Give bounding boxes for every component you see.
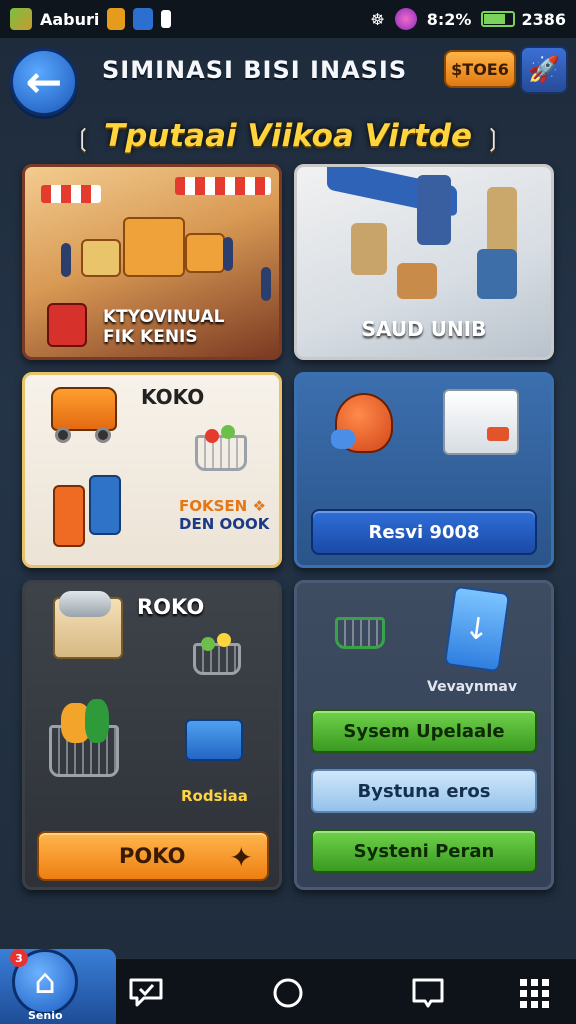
store-sub-line1: FOKSEN (179, 497, 248, 515)
fruit-icon (221, 425, 235, 439)
download-icon: ↓ (443, 585, 511, 673)
basket-icon (185, 719, 243, 761)
bottom-nav: ⌂ 3 Senio (0, 949, 576, 1024)
person-icon (261, 267, 271, 301)
reserve-card[interactable]: Resvi 9008 (294, 372, 554, 568)
system-card-sub: Vevaynmav (427, 679, 517, 695)
app-notification-icon (133, 8, 154, 30)
subtitle-deco-left: ❲ (73, 124, 94, 152)
back-button[interactable]: ← (10, 48, 78, 116)
system-card[interactable]: ↓ Vevaynmav Sysem Upelaale Bystuna eros … (294, 580, 554, 890)
page-title: SIMINASI BISI INASIS (102, 56, 408, 84)
square-button[interactable] (408, 973, 448, 1013)
market-stall-icon (185, 233, 225, 273)
reserve-button[interactable]: Resvi 9008 (311, 509, 537, 555)
status-time: 8:2% (426, 9, 472, 29)
wheel-icon (55, 427, 71, 443)
grid-button[interactable] (514, 973, 554, 1013)
shop-card-sub: Rodsiaa (181, 787, 248, 805)
home-label: Senio (28, 1009, 63, 1022)
market-card[interactable]: KTYOVINUAL FIK KENIS (22, 164, 282, 360)
subtitle: ❲ Tputaai Viikoa Virtde ❳ (0, 118, 576, 154)
circle-button[interactable] (268, 973, 308, 1013)
awning-icon (41, 185, 101, 203)
box-icon (397, 263, 437, 299)
shop-button-label: POKO (119, 844, 186, 868)
square-icon (412, 978, 444, 1008)
store-sub-line2: DEN OOOK (179, 515, 270, 533)
shop-card-label: ROKO (137, 595, 205, 619)
fruit-icon (205, 429, 219, 443)
wheel-icon (95, 427, 111, 443)
grid-icon (520, 979, 549, 1008)
counter-icon (351, 223, 387, 275)
person-icon (223, 237, 233, 271)
store-sub-mark: ❖ (252, 497, 266, 515)
battery-value: 2386 (521, 9, 566, 29)
warehouse-card-label: SAUD UNIB (361, 317, 487, 341)
warehouse-card[interactable]: SAUD UNIB (294, 164, 554, 360)
home-badge: 3 (10, 949, 28, 967)
mascot-scarf-icon (331, 429, 355, 449)
system-plan-button[interactable]: Systeni Peran (311, 829, 537, 873)
status-bar: Aaburi ☸ 8:2% 2386 (0, 0, 576, 38)
phone-box-icon (53, 485, 85, 547)
subtitle-text: Tputaai Viikoa Virtde (103, 118, 473, 154)
market-stall-icon (123, 217, 185, 277)
rocket-icon: 🚀 (527, 55, 561, 85)
system-update-button[interactable]: Sysem Upelaale (311, 709, 537, 753)
door-icon (417, 175, 451, 245)
shop-button[interactable]: POKO ✦ (37, 831, 269, 881)
sparkle-icon: ✦ (229, 841, 253, 874)
store-card-label: KOKO (141, 385, 205, 409)
app-cube-icon (10, 8, 32, 30)
coin-button[interactable]: $TOE6 (444, 50, 516, 88)
atm-icon (477, 249, 517, 299)
appliance-icon (443, 389, 519, 455)
van-icon (51, 387, 117, 431)
notification-icon (107, 8, 126, 30)
market-stall-icon (81, 239, 121, 277)
shopping-cart-icon (335, 617, 385, 649)
bag-icon (85, 699, 109, 743)
system-errors-button[interactable]: Bystuna eros (311, 769, 537, 813)
shopping-cart-icon (193, 643, 241, 675)
store-card[interactable]: KOKO FOKSEN ❖ DEN OOOK (22, 372, 282, 568)
battery-indicator: 2386 (481, 10, 566, 29)
appliance-panel-icon (487, 427, 509, 441)
chat-check-button[interactable] (126, 973, 166, 1013)
cash-register-icon (47, 303, 87, 347)
rocket-button[interactable]: 🚀 (520, 46, 568, 94)
header: ← SIMINASI BISI INASIS $TOE6 🚀 (0, 42, 576, 120)
store-card-sub: FOKSEN ❖ DEN OOOK (179, 497, 269, 533)
circle-icon (273, 978, 303, 1008)
shopping-cart-icon (195, 435, 247, 471)
fruit-icon (201, 637, 215, 651)
awning-icon (175, 177, 271, 195)
home-tab[interactable]: ⌂ 3 Senio (0, 949, 116, 1024)
signal-icon: ☸ (370, 9, 385, 29)
arrow-left-icon: ← (25, 56, 63, 108)
phone-icon (161, 10, 172, 28)
battery-icon (481, 11, 516, 27)
phone-box-icon (89, 475, 121, 535)
market-card-label: KTYOVINUAL FIK KENIS (103, 307, 225, 347)
fruit-icon (217, 633, 231, 647)
chat-check-icon (129, 978, 163, 1007)
machine-top-icon (59, 591, 111, 617)
shop-card[interactable]: ROKO Rodsiaa POKO ✦ (22, 580, 282, 890)
carrier-text: Aaburi (40, 9, 100, 29)
person-icon (61, 243, 71, 277)
assistant-icon (394, 8, 417, 30)
subtitle-deco-right: ❳ (482, 124, 503, 152)
